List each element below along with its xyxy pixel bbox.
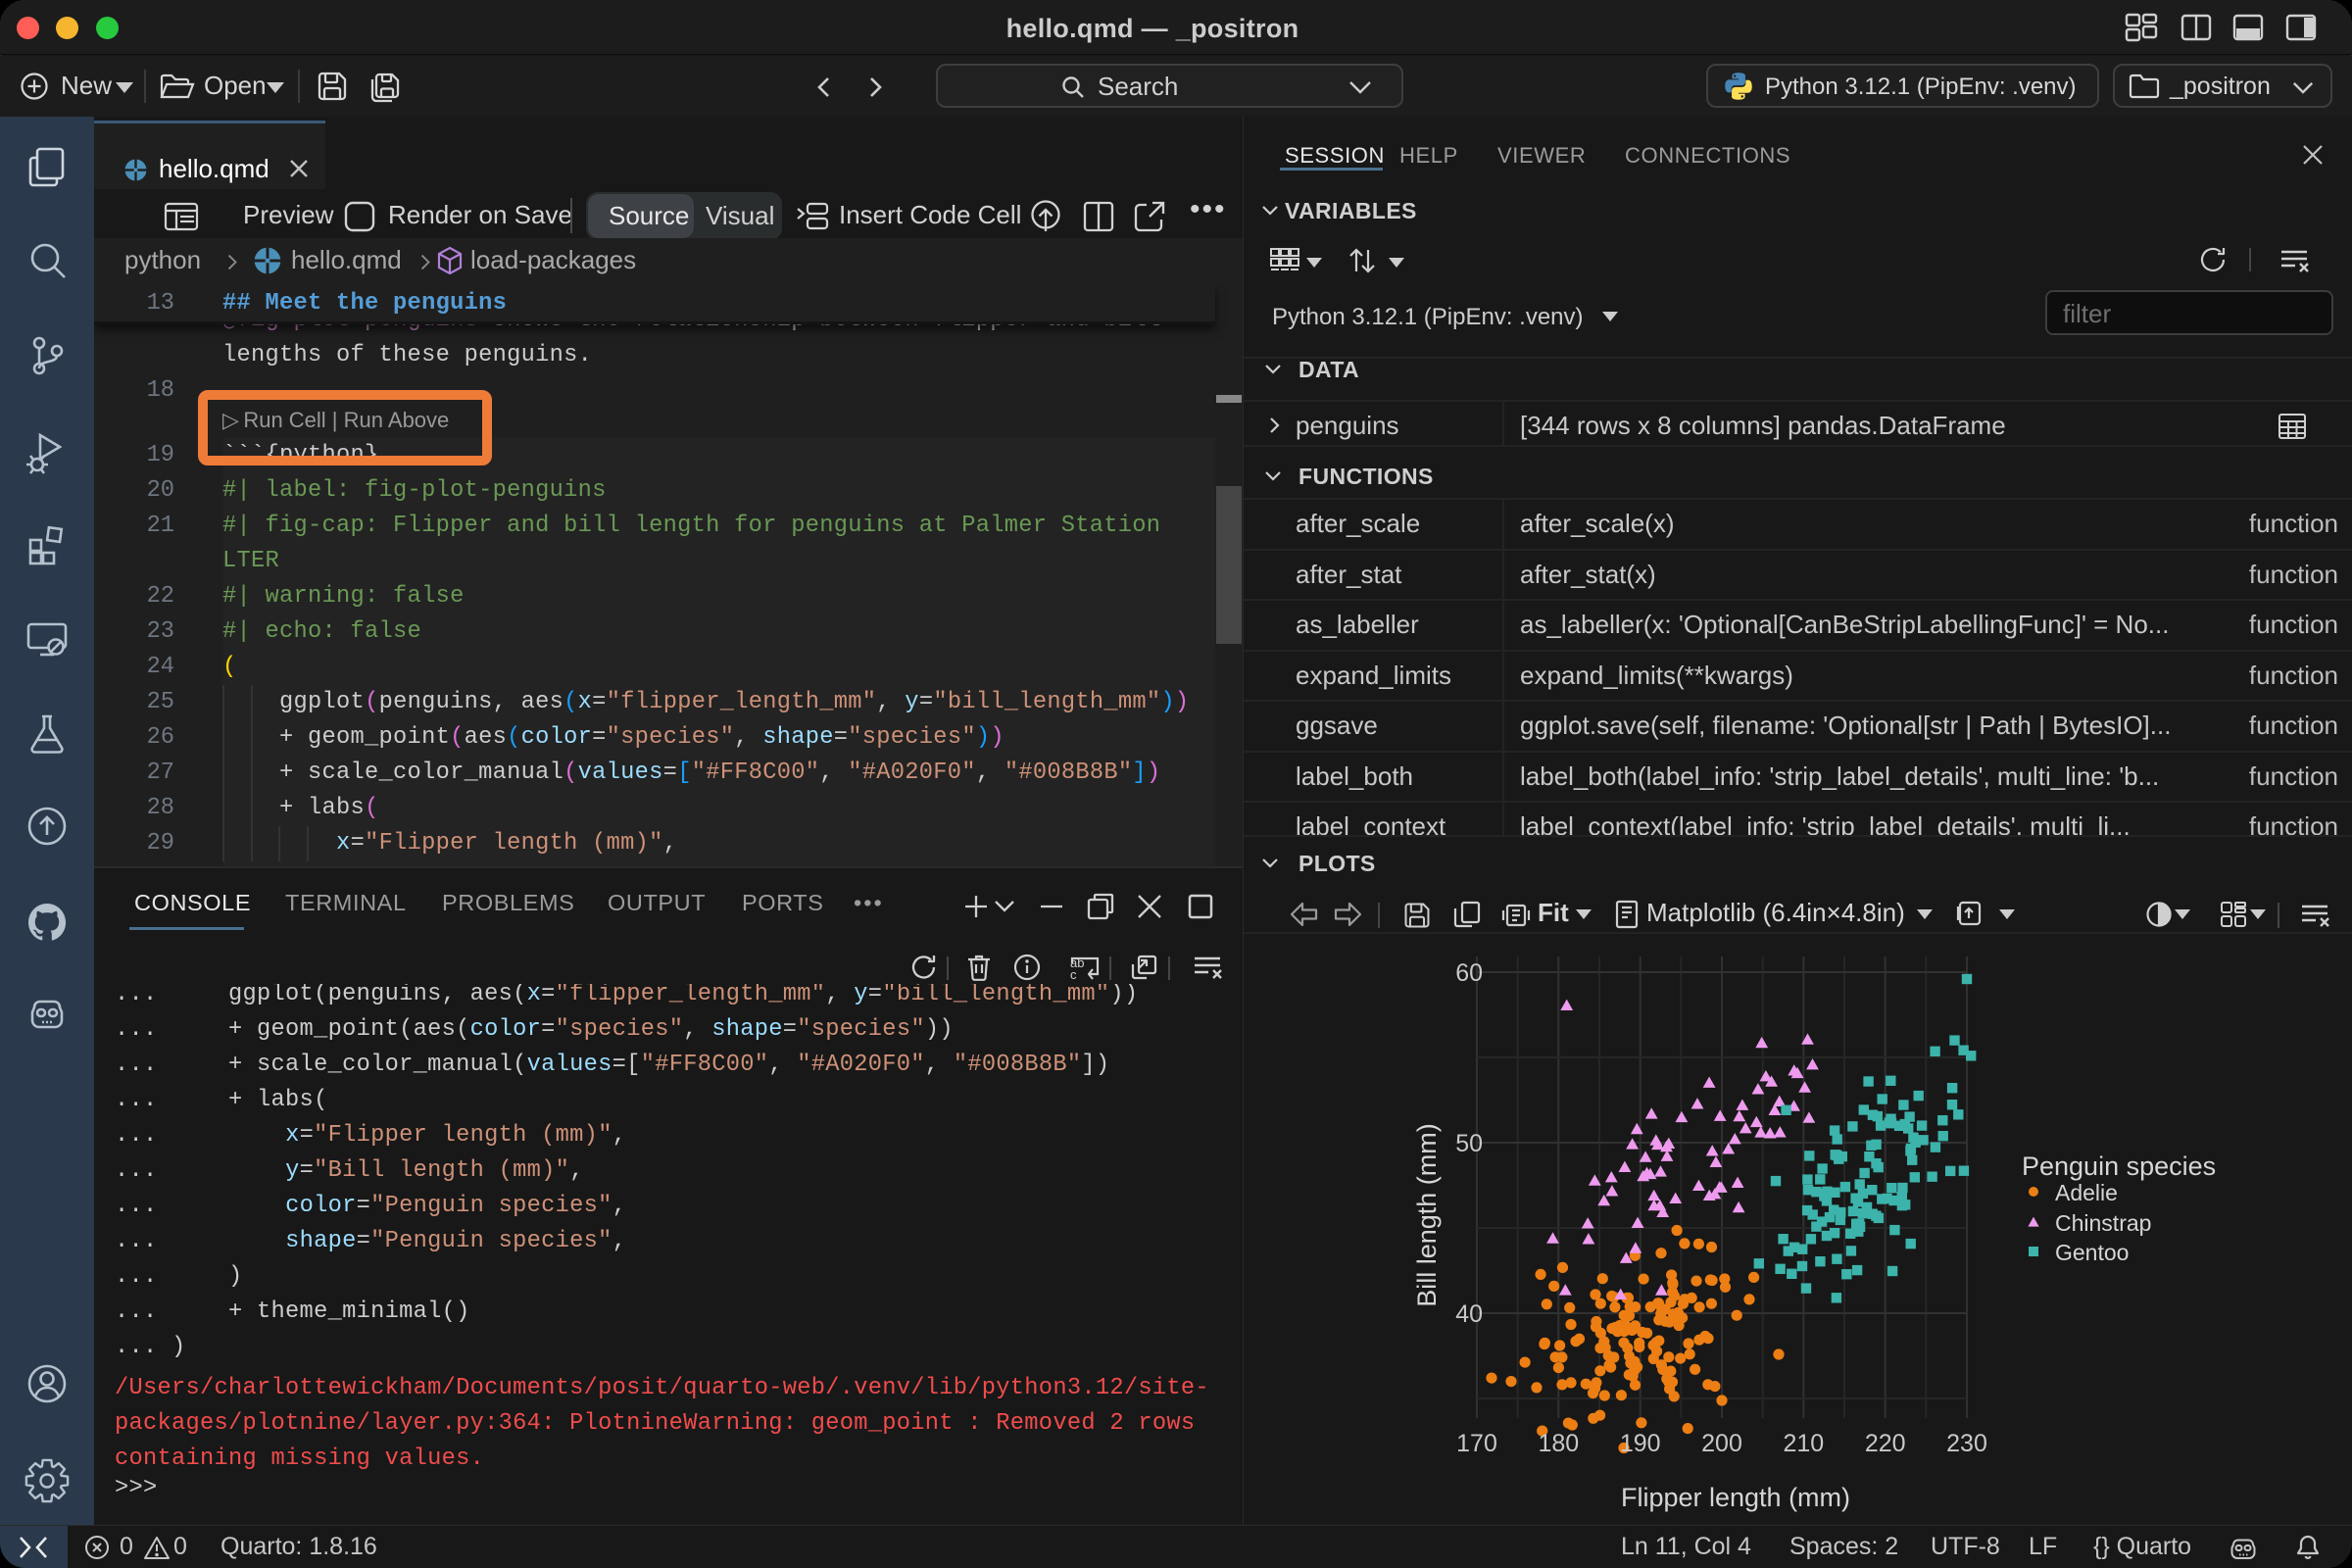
svg-text:220: 220 bbox=[1865, 1430, 1906, 1457]
svg-text:c: c bbox=[1070, 967, 1077, 982]
svg-text:40: 40 bbox=[1455, 1300, 1483, 1328]
svg-text:60: 60 bbox=[1455, 959, 1483, 987]
svg-text:170: 170 bbox=[1456, 1430, 1497, 1457]
svg-text:210: 210 bbox=[1783, 1430, 1824, 1457]
svg-text:190: 190 bbox=[1620, 1430, 1661, 1457]
svg-text:Gentoo: Gentoo bbox=[2055, 1240, 2129, 1265]
svg-text:Chinstrap: Chinstrap bbox=[2055, 1210, 2151, 1236]
svg-text:Bill length (mm): Bill length (mm) bbox=[1412, 1123, 1442, 1307]
svg-text:50: 50 bbox=[1455, 1130, 1483, 1157]
svg-text:230: 230 bbox=[1946, 1430, 1987, 1457]
svg-text:Adelie: Adelie bbox=[2055, 1180, 2118, 1205]
svg-text:180: 180 bbox=[1538, 1430, 1579, 1457]
svg-text:Flipper length (mm): Flipper length (mm) bbox=[1621, 1483, 1850, 1512]
svg-text:Penguin species: Penguin species bbox=[2022, 1152, 2216, 1181]
svg-text:200: 200 bbox=[1701, 1430, 1742, 1457]
